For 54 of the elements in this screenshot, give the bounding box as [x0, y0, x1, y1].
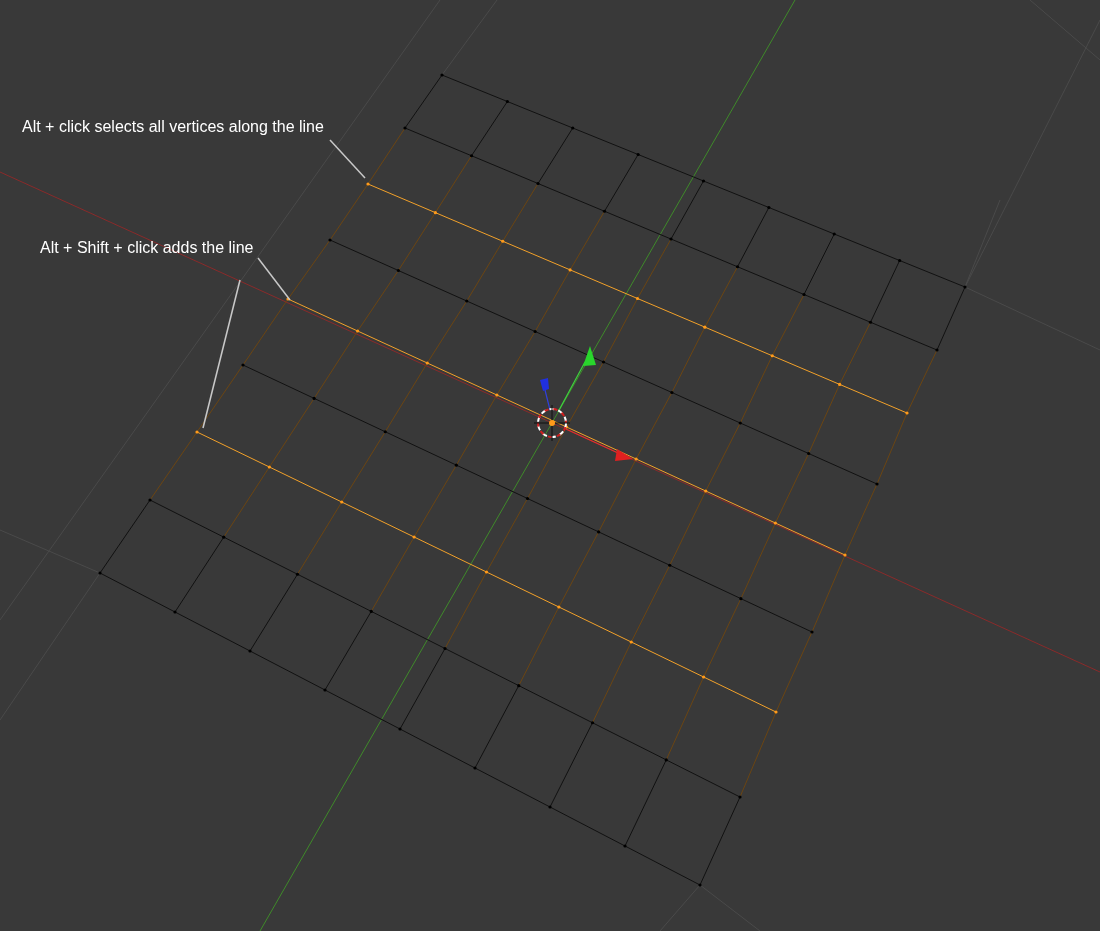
- edge-loop[interactable]: [440, 73, 967, 289]
- mesh-edge: [569, 210, 605, 271]
- edge-loop[interactable]: [148, 498, 742, 799]
- mesh-edge: [604, 154, 639, 212]
- mesh-edge: [313, 330, 359, 399]
- mesh-edge: [537, 127, 574, 184]
- leader-line: [257, 257, 291, 301]
- mesh-edge: [534, 269, 571, 332]
- annotation-text: Alt + click selects all vertices along the line: [22, 118, 324, 135]
- mesh-edge: [839, 321, 871, 385]
- mesh-edge: [397, 212, 436, 271]
- mesh-edge: [870, 260, 901, 323]
- mesh-edge: [341, 431, 386, 503]
- x-axis-arrow[interactable]: [565, 428, 633, 461]
- mesh-edge: [471, 101, 508, 157]
- mesh-edge: [936, 286, 966, 351]
- mesh-edge: [434, 155, 472, 214]
- mesh-edge: [737, 207, 770, 268]
- mesh-edge: [223, 466, 270, 538]
- z-axis-arrow[interactable]: [540, 378, 551, 411]
- mesh-edge: [196, 364, 244, 433]
- mesh-edge: [149, 431, 198, 501]
- 3d-cursor-icon: [533, 404, 571, 442]
- mesh-edge: [329, 183, 369, 241]
- leader-line: [329, 139, 366, 179]
- mesh-edge: [906, 349, 938, 414]
- mesh-edge: [566, 361, 604, 428]
- mesh-edge: [635, 392, 673, 460]
- annotation-text: Alt + Shift + click adds the line: [40, 239, 254, 256]
- mesh-edge: [404, 74, 443, 129]
- mesh-edge: [739, 355, 773, 424]
- mesh-edge: [367, 127, 406, 185]
- y-axis-arrow[interactable]: [557, 346, 596, 413]
- mesh-edge: [466, 240, 504, 302]
- mesh-edge: [496, 331, 536, 396]
- mesh-edge: [603, 298, 638, 363]
- mesh-edge: [774, 453, 810, 524]
- mesh-edge: [357, 270, 399, 332]
- mesh-edge: [670, 180, 704, 240]
- mesh-edge: [705, 422, 741, 492]
- mesh-edge: [671, 326, 706, 393]
- edge-loop[interactable]: [98, 571, 702, 887]
- mesh-edge: [455, 394, 498, 466]
- mesh-edge: [704, 266, 738, 328]
- mesh-edge: [287, 239, 331, 300]
- mesh-edge: [242, 298, 289, 366]
- mesh-edge: [637, 238, 672, 299]
- mesh-edge: [808, 383, 841, 454]
- mesh-edge: [268, 397, 315, 468]
- mesh-edge: [803, 233, 835, 295]
- mesh-edge: [426, 300, 468, 364]
- mesh-edge: [771, 294, 805, 357]
- mesh-edge: [384, 362, 428, 433]
- mesh-edge: [502, 183, 539, 242]
